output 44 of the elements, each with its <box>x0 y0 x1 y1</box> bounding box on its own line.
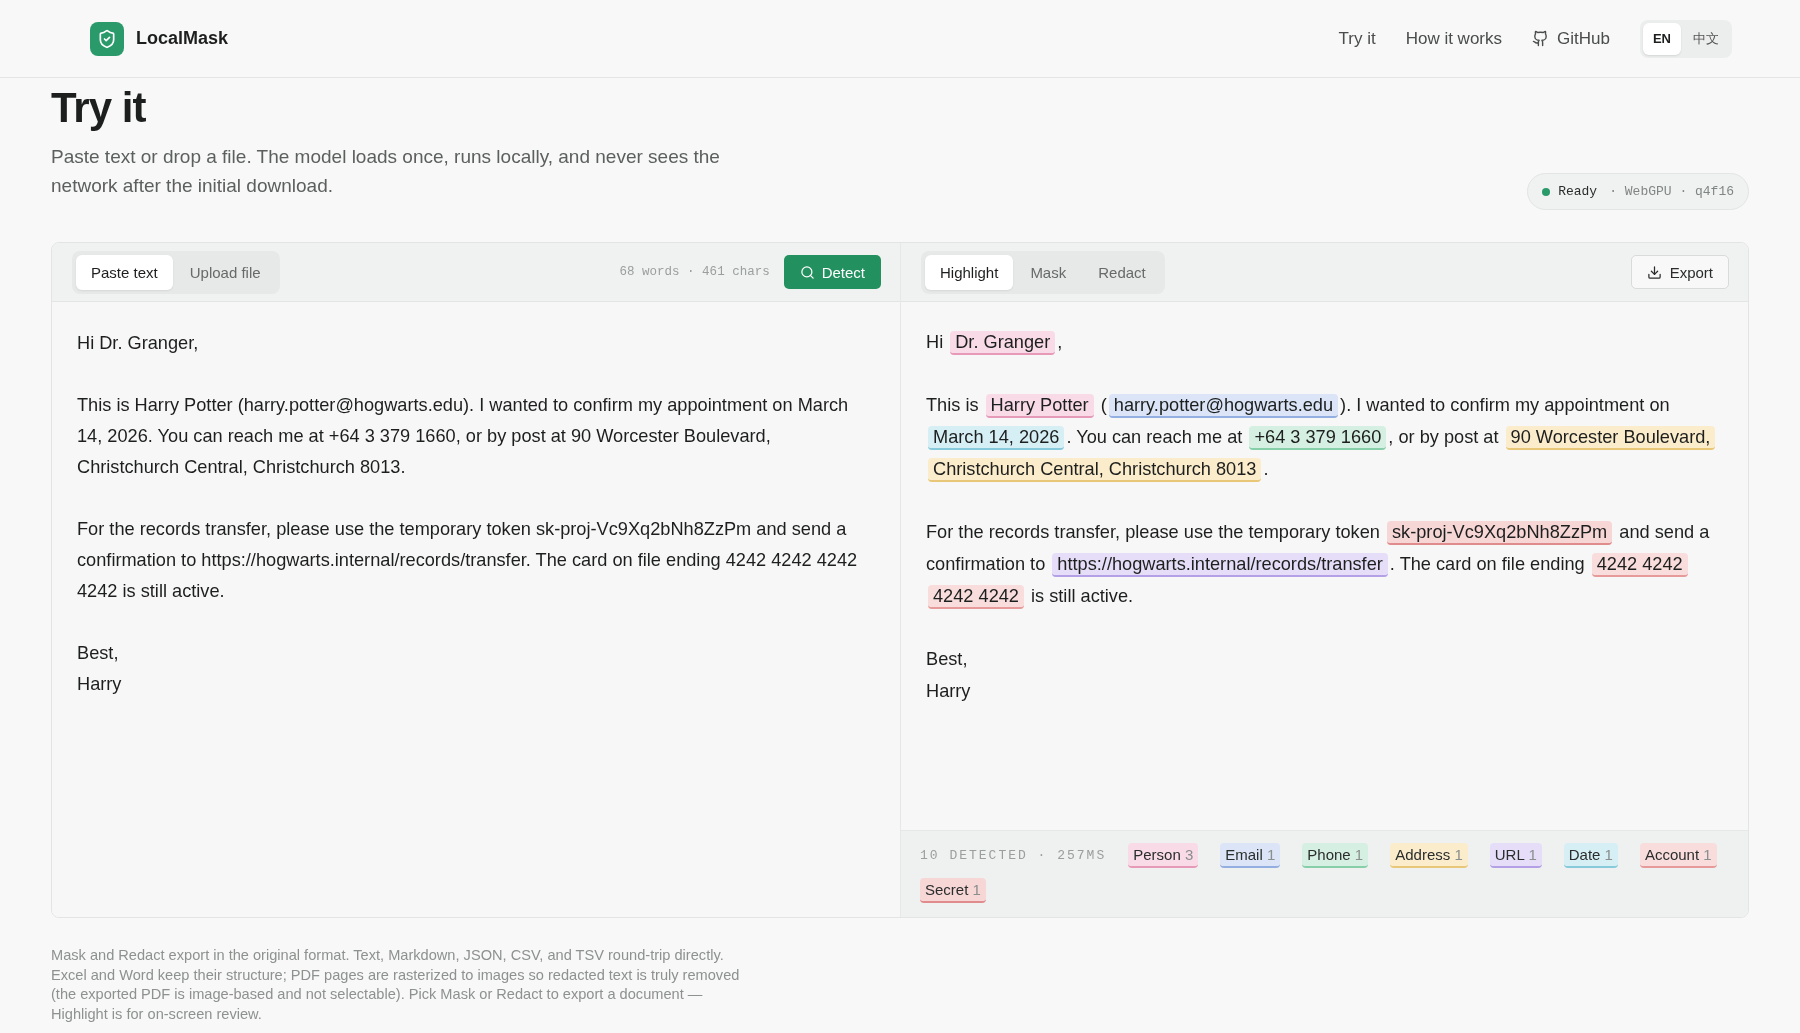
page-subtitle: Paste text or drop a file. The model loads once, runs locally, and never sees the network after the initial download. <box>51 145 721 198</box>
nav-link[interactable]: Try it <box>1338 28 1376 49</box>
entity-chip: URL 1 <box>1489 843 1542 868</box>
status-detail: · WebGPU · q4f16 <box>1609 184 1734 199</box>
body-paragraph: Best, <box>926 648 969 671</box>
page-title: Try it <box>51 86 147 130</box>
export-button[interactable]: Export <box>1630 255 1729 289</box>
language-option[interactable]: EN <box>1642 22 1681 55</box>
shield-logo-icon <box>90 21 124 56</box>
language-option[interactable]: 中文 <box>1683 22 1729 55</box>
body-paragraph: Hi Dr. Granger , <box>926 326 1723 358</box>
word-count: 68 words · 461 chars <box>619 265 770 279</box>
search-icon <box>799 264 815 280</box>
nav-link[interactable]: GitHub <box>1532 28 1610 49</box>
input-tab[interactable]: Upload file <box>174 254 276 290</box>
input-tab[interactable]: Paste text <box>76 254 173 290</box>
download-icon <box>1646 264 1662 280</box>
entity-chip: Phone 1 <box>1302 843 1369 868</box>
detect-button[interactable]: Detect <box>783 255 881 289</box>
nav-link[interactable]: How it works <box>1405 28 1502 49</box>
entity-highlight: Dr. Granger <box>950 331 1056 355</box>
entity-highlight: harry.potter@hogwarts.edu <box>1108 394 1339 418</box>
body-paragraph: For the records transfer, please use the temporary token sk-proj-Vc9Xq2bNh8ZzPm and send a confirmation to https://hogwarts.internal/records/transfer . The card on file ending 4242 4242 4242 4242 is still active. <box>926 516 1723 612</box>
entity-chip: Secret 1 <box>920 878 986 903</box>
footnote: Mask and Redact export in the original format. Text, Markdown, JSON, CSV, and TSV round-trip directly. Excel and Word keep their structure; PDF pages are rasterized to images so redacted text is truly removed (the exported PDF is image-based and not selectable). Pick Mask or Redact to export a document — Highlight is for on-screen review. <box>51 946 741 1024</box>
entity-chip: Person 3 <box>1128 843 1199 868</box>
status-label: Ready <box>1558 184 1598 199</box>
github-icon <box>1532 30 1549 47</box>
body-paragraph: Harry <box>926 680 972 703</box>
entity-highlight: https://hogwarts.internal/records/transfer <box>1052 553 1388 577</box>
entity-highlight: +64 3 379 1660 <box>1249 426 1387 450</box>
body-paragraph: This is Harry Potter ( harry.potter@hogwarts.edu ). I wanted to confirm my appointment on March 14, 2026 . You can reach me at +64 3 379 1660 , or by post at 90 Worcester Boulevard, Christchurch Central, Christchurch 8013 . <box>926 389 1723 485</box>
entity-chip: Email 1 <box>1220 843 1281 868</box>
entity-highlight: Harry Potter <box>985 394 1094 418</box>
view-tab[interactable]: Redact <box>1083 254 1161 290</box>
detection-summary: 10 DETECTED · 257MS <box>920 848 1107 863</box>
entity-chip: Account 1 <box>1639 843 1717 868</box>
entity-highlight: sk-proj-Vc9Xq2bNh8ZzPm <box>1386 521 1613 545</box>
view-tab[interactable]: Highlight <box>925 254 1014 290</box>
entity-chip: Address 1 <box>1390 843 1468 868</box>
entity-chip: Date 1 <box>1563 843 1618 868</box>
entity-highlight: March 14, 2026 <box>928 426 1065 450</box>
brand-name: LocalMask <box>136 28 229 49</box>
view-tab[interactable]: Mask <box>1015 254 1082 290</box>
